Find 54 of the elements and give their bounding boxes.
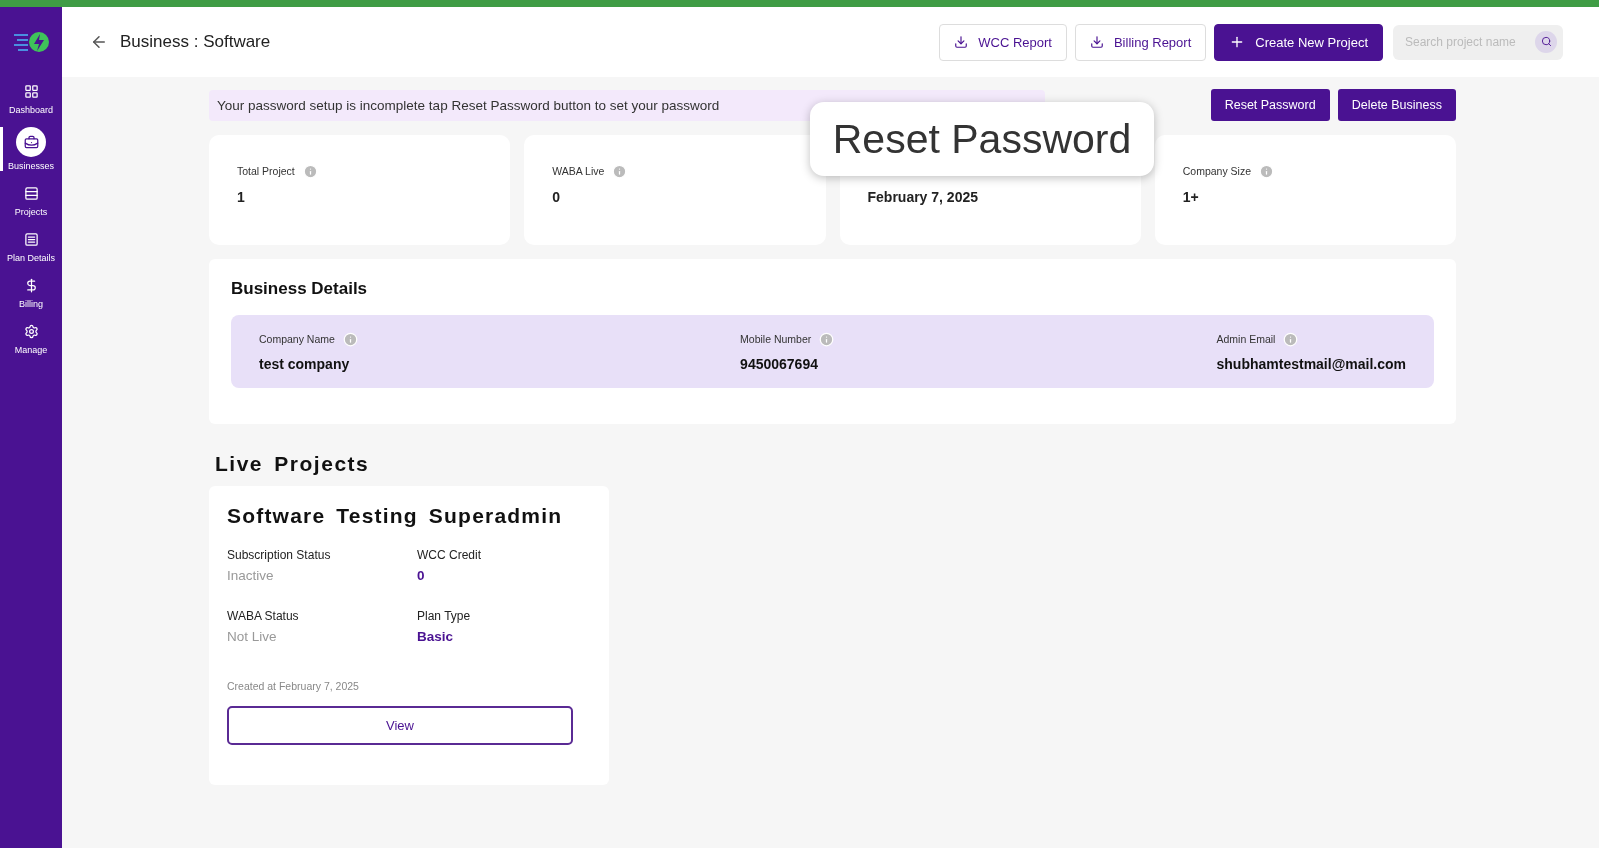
stat-label: Total Project xyxy=(237,165,295,177)
sidebar-item[interactable]: Dashboard xyxy=(0,81,62,115)
stat-value: February 7, 2025 xyxy=(867,189,979,205)
field-label: Company Name xyxy=(259,333,335,345)
field-label: WABA Status xyxy=(227,609,300,623)
grid-icon xyxy=(23,83,39,99)
field-label: WCC Credit xyxy=(417,548,482,562)
search-icon xyxy=(1540,36,1552,47)
field-value: Basic xyxy=(417,629,455,644)
stat-value: 1+ xyxy=(1182,189,1200,205)
callout-label: Reset Password xyxy=(810,102,1154,176)
info-icon xyxy=(819,331,835,347)
list-icon xyxy=(23,231,39,247)
sidebar-item[interactable]: Manage xyxy=(0,321,62,355)
list-icon xyxy=(23,185,39,201)
field-value: Inactive xyxy=(227,568,275,583)
settings-icon xyxy=(23,323,39,339)
stat-value: 0 xyxy=(552,189,562,205)
stat-label: WABA Live xyxy=(552,165,605,177)
download-icon xyxy=(954,35,969,49)
field-value: 9450067694 xyxy=(740,356,819,372)
sidebar-item[interactable]: Businesses xyxy=(0,127,62,171)
info-icon xyxy=(612,163,628,179)
info-icon xyxy=(302,163,318,179)
sidebar-item[interactable]: Plan Details xyxy=(0,229,62,263)
report-button[interactable]: Billing Report xyxy=(1074,23,1207,61)
report-button[interactable]: WCC Report xyxy=(939,23,1067,61)
sidebar-item[interactable]: Billing xyxy=(0,275,62,309)
info-icon xyxy=(1259,163,1275,179)
sidebar-item[interactable]: Projects xyxy=(0,183,62,217)
field-value: test company xyxy=(259,356,351,372)
view-button[interactable]: View xyxy=(227,706,573,745)
download-icon xyxy=(1089,35,1104,49)
create-project-button[interactable]: Create New Project xyxy=(1214,23,1383,61)
delete-business-button[interactable]: Delete Business xyxy=(1337,89,1456,121)
page-title: Business : Software xyxy=(120,32,272,52)
info-icon xyxy=(342,331,358,347)
logo-icon xyxy=(12,29,50,55)
info-icon xyxy=(1283,331,1299,347)
section-title: Business Details xyxy=(231,279,369,299)
field-value: shubhamtestmail@mail.com xyxy=(1216,356,1406,372)
field-value: Not Live xyxy=(227,629,278,644)
stat-value: 1 xyxy=(237,189,246,205)
field-label: Plan Type xyxy=(417,609,472,623)
section-title: Live Projects xyxy=(215,452,371,476)
field-label: Mobile Number xyxy=(740,333,812,345)
field-label: Admin Email xyxy=(1216,333,1276,345)
created-date: Created at February 7, 2025 xyxy=(227,680,360,692)
reset-password-button[interactable]: Reset Password xyxy=(1210,89,1330,121)
field-value: 0 xyxy=(417,568,426,583)
field-label: Subscription Status xyxy=(227,548,332,562)
briefcase-icon xyxy=(23,134,39,150)
project-name: Software Testing Superadmin xyxy=(227,504,564,528)
stat-label: Company Size xyxy=(1182,165,1252,177)
